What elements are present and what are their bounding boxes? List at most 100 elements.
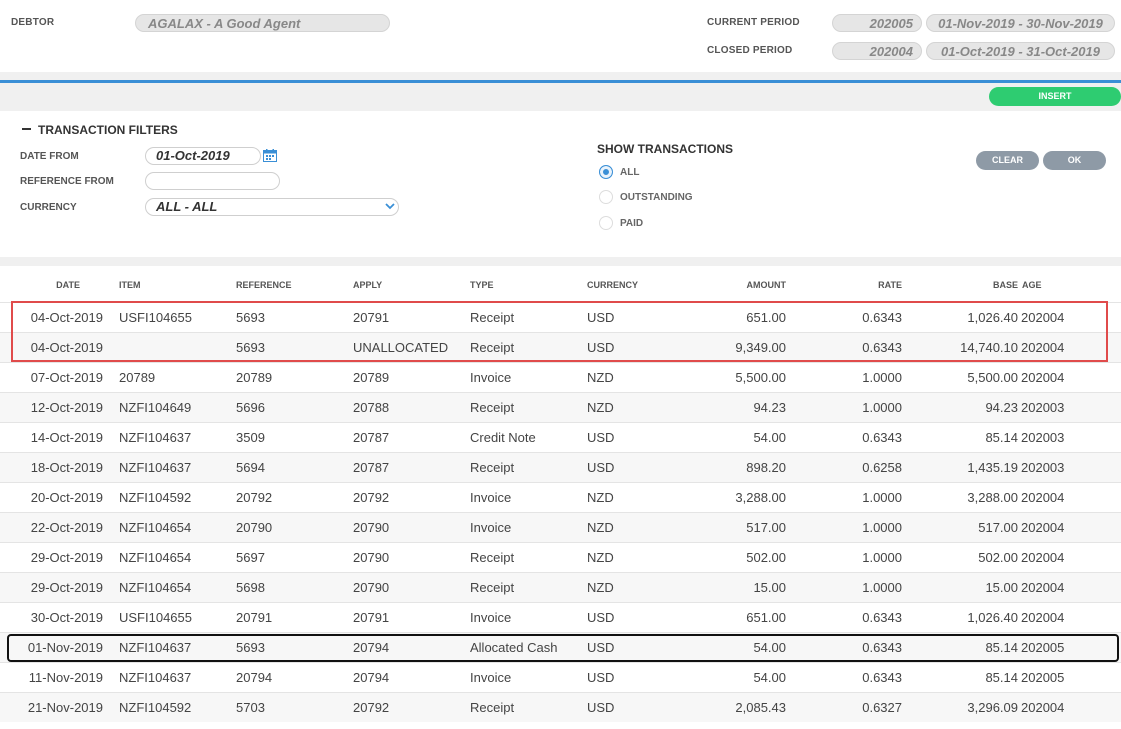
cell-reference: 20794	[236, 670, 273, 685]
table-row[interactable]: 18-Oct-2019 NZFI104637 5694 20787 Receipt USD…	[0, 452, 1121, 482]
cell-age: 202004	[1021, 520, 1065, 535]
cell-type: Receipt	[470, 580, 515, 595]
table-row[interactable]: 29-Oct-2019 NZFI104654 5698 20790 Receipt NZD…	[0, 572, 1121, 602]
cell-base: 85.14	[985, 430, 1018, 445]
cell-apply: 20790	[353, 580, 390, 595]
clear-button[interactable]: CLEAR	[976, 151, 1039, 170]
col-header-age: AGE	[1022, 280, 1042, 290]
table-row[interactable]: 22-Oct-2019 NZFI104654 20790 20790 Invoice NZ…	[0, 512, 1121, 542]
cell-item: NZFI104637	[119, 640, 192, 655]
cell-base: 3,296.09	[967, 700, 1018, 715]
cell-item: NZFI104637	[119, 460, 192, 475]
cell-age: 202005	[1021, 670, 1065, 685]
cell-date: 04-Oct-2019	[30, 340, 103, 355]
cell-amount: 651.00	[746, 310, 786, 325]
cell-apply: 20790	[353, 550, 390, 565]
cell-reference: 3509	[236, 430, 265, 445]
cell-age: 202003	[1021, 460, 1065, 475]
col-header-reference: REFERENCE	[236, 280, 292, 290]
filters-header[interactable]: TRANSACTION FILTERS	[22, 123, 178, 137]
cell-reference: 5694	[236, 460, 265, 475]
cell-base: 15.00	[985, 580, 1018, 595]
cell-base: 94.23	[985, 400, 1018, 415]
cell-reference: 20791	[236, 610, 273, 625]
insert-button[interactable]: INSERT	[989, 87, 1121, 106]
cell-amount: 9,349.00	[735, 340, 786, 355]
table-row[interactable]: 04-Oct-2019 USFI104655 5693 20791 Receipt USD…	[0, 302, 1121, 332]
collapse-icon[interactable]	[22, 127, 31, 130]
current-period-code: 202005	[832, 14, 922, 32]
table-row[interactable]: 20-Oct-2019 NZFI104592 20792 20792 Invoice NZ…	[0, 482, 1121, 512]
col-header-currency: CURRENCY	[587, 280, 639, 290]
cell-date: 12-Oct-2019	[30, 400, 103, 415]
cell-date: 01-Nov-2019	[27, 640, 103, 655]
cell-currency: NZD	[587, 400, 614, 415]
chevron-down-icon[interactable]	[385, 202, 395, 210]
cell-date: 22-Oct-2019	[30, 520, 103, 535]
ok-button[interactable]: OK	[1043, 151, 1106, 170]
table-row[interactable]: 12-Oct-2019 NZFI104649 5696 20788 Receipt NZD…	[0, 392, 1121, 422]
currency-select[interactable]: ALL - ALL	[145, 198, 399, 216]
cell-reference: 5697	[236, 550, 265, 565]
table-row[interactable]: 29-Oct-2019 NZFI104654 5697 20790 Receipt NZD…	[0, 542, 1121, 572]
radio-paid-label: PAID	[620, 218, 644, 229]
cell-date: 29-Oct-2019	[30, 550, 103, 565]
col-header-type: TYPE	[470, 280, 494, 290]
cell-age: 202003	[1021, 400, 1065, 415]
cell-rate: 0.6343	[862, 670, 902, 685]
table-row[interactable]: 01-Nov-2019 NZFI104637 5693 20794 Allocated …	[0, 632, 1121, 662]
cell-age: 202004	[1021, 700, 1065, 715]
cell-base: 502.00	[978, 550, 1018, 565]
cell-base: 85.14	[985, 670, 1018, 685]
table-row[interactable]: 11-Nov-2019 NZFI104637 20794 20794 Invoice US…	[0, 662, 1121, 692]
cell-date: 04-Oct-2019	[30, 310, 103, 325]
cell-reference: 5696	[236, 400, 265, 415]
cell-item: NZFI104637	[119, 430, 192, 445]
table-row[interactable]: 30-Oct-2019 USFI104655 20791 20791 Invoice US…	[0, 602, 1121, 632]
closed-period-range: 01-Oct-2019 - 31-Oct-2019	[926, 42, 1115, 60]
cell-base: 1,026.40	[967, 610, 1018, 625]
cell-apply: 20791	[353, 610, 390, 625]
cell-type: Allocated Cash	[470, 640, 558, 655]
cell-reference: 5693	[236, 310, 265, 325]
cell-reference: 20790	[236, 520, 273, 535]
cell-item: NZFI104592	[119, 700, 192, 715]
cell-apply: 20792	[353, 700, 390, 715]
cell-item: NZFI104654	[119, 580, 192, 595]
cell-amount: 502.00	[746, 550, 786, 565]
cell-age: 202004	[1021, 580, 1065, 595]
cell-base: 1,435.19	[967, 460, 1018, 475]
cell-age: 202004	[1021, 370, 1065, 385]
radio-all[interactable]	[599, 165, 613, 179]
cell-currency: USD	[587, 640, 615, 655]
cell-age: 202004	[1021, 310, 1065, 325]
table-row[interactable]: 07-Oct-2019 20789 20789 20789 Invoice NZD 5,50…	[0, 362, 1121, 392]
cell-date: 14-Oct-2019	[30, 430, 103, 445]
calendar-icon[interactable]	[263, 149, 277, 162]
table-row[interactable]: 04-Oct-2019 5693 UNALLOCATED Receipt USD 9,34…	[0, 332, 1121, 362]
cell-amount: 54.00	[753, 670, 786, 685]
cell-date: 21-Nov-2019	[27, 700, 103, 715]
cell-date: 07-Oct-2019	[30, 370, 103, 385]
cell-type: Receipt	[470, 340, 515, 355]
cell-type: Invoice	[470, 520, 512, 535]
currency-label: CURRENCY	[20, 202, 77, 213]
cell-apply: 20791	[353, 310, 390, 325]
reference-from-input[interactable]	[145, 172, 280, 190]
cell-amount: 54.00	[753, 430, 786, 445]
table-row[interactable]: 14-Oct-2019 NZFI104637 3509 20787 Credit Not…	[0, 422, 1121, 452]
cell-date: 29-Oct-2019	[30, 580, 103, 595]
cell-base: 1,026.40	[967, 310, 1018, 325]
radio-paid[interactable]	[599, 216, 613, 230]
transactions-table: DATE ITEM REFERENCE APPLY TYPE CURRENCY …	[0, 266, 1121, 729]
debtor-field[interactable]: AGALAX - A Good Agent	[135, 14, 390, 32]
cell-reference: 20792	[236, 490, 273, 505]
cell-base: 5,500.00	[967, 370, 1018, 385]
cell-item: NZFI104649	[119, 400, 192, 415]
cell-item: USFI104655	[119, 610, 192, 625]
cell-item: NZFI104654	[119, 520, 192, 535]
cell-apply: 20794	[353, 640, 390, 655]
table-row[interactable]: 21-Nov-2019 NZFI104592 5703 20792 Receipt USD…	[0, 692, 1121, 722]
radio-outstanding[interactable]	[599, 190, 613, 204]
date-from-input[interactable]: 01-Oct-2019	[145, 147, 261, 165]
